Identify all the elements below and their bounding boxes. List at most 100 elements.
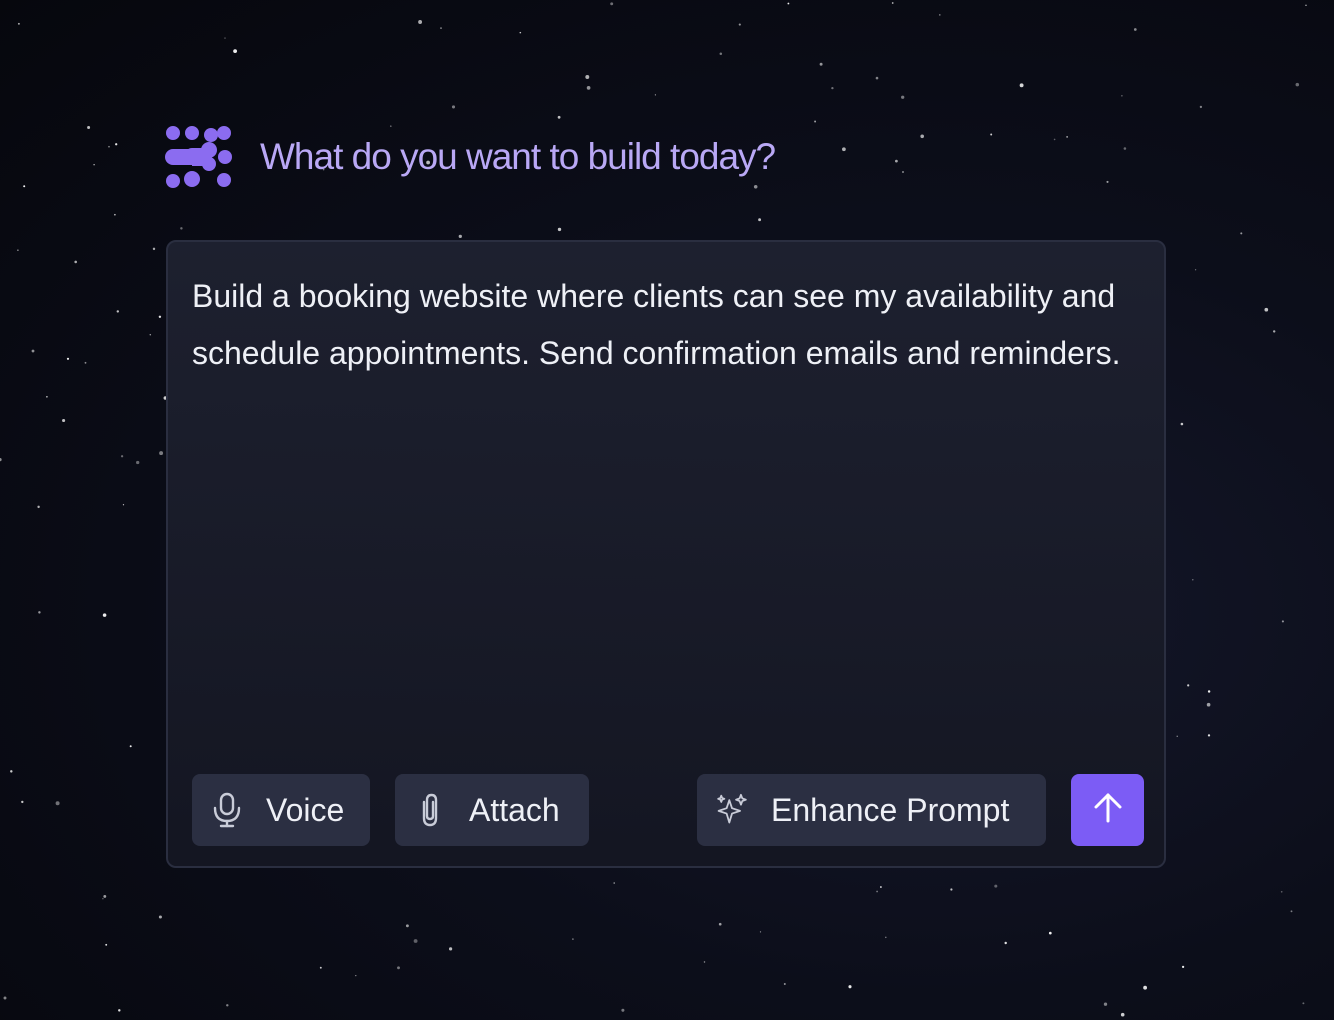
star <box>102 613 107 617</box>
star <box>10 770 13 773</box>
star <box>586 86 591 90</box>
star <box>718 922 722 926</box>
star <box>17 249 19 251</box>
star <box>1123 147 1127 150</box>
star <box>759 931 762 933</box>
star <box>758 218 762 222</box>
star <box>55 801 60 806</box>
star <box>1176 735 1178 737</box>
star <box>87 126 91 129</box>
arrow-up-icon <box>1091 791 1125 830</box>
star <box>397 966 400 970</box>
star <box>891 2 894 4</box>
star <box>458 234 462 239</box>
prompt-card: Build a booking website where clients ca… <box>166 240 1166 868</box>
star <box>1290 910 1293 913</box>
star <box>557 227 562 232</box>
star <box>1192 579 1194 581</box>
star <box>1207 734 1211 737</box>
star <box>875 76 879 80</box>
star <box>1106 180 1109 183</box>
star <box>440 27 442 29</box>
star <box>1121 95 1123 97</box>
star <box>405 924 409 928</box>
star <box>787 2 790 5</box>
star <box>994 884 998 888</box>
star <box>1264 307 1269 312</box>
star <box>180 227 183 230</box>
star <box>654 94 657 96</box>
prompt-input[interactable]: Build a booking website where clients ca… <box>192 268 1142 382</box>
star <box>621 1008 625 1012</box>
star <box>84 361 87 364</box>
star <box>879 886 882 888</box>
star <box>46 395 48 398</box>
star <box>1180 422 1184 426</box>
star <box>950 888 953 891</box>
star <box>37 505 40 509</box>
star <box>738 23 741 26</box>
star <box>449 947 453 951</box>
star <box>783 983 786 985</box>
star <box>74 260 77 264</box>
star <box>21 800 24 804</box>
star <box>66 357 70 360</box>
star <box>1207 690 1211 693</box>
star <box>355 974 357 977</box>
voice-button[interactable]: Voice <box>192 774 370 846</box>
enhance-prompt-button-label: Enhance Prompt <box>771 791 1010 828</box>
star <box>120 455 124 458</box>
star <box>158 915 162 919</box>
star <box>572 938 574 940</box>
star <box>1240 232 1243 235</box>
enhance-prompt-button[interactable]: Enhance Prompt <box>697 774 1046 846</box>
attach-button[interactable]: Attach <box>395 774 589 846</box>
star <box>719 52 723 55</box>
paperclip-icon <box>413 793 447 827</box>
star <box>233 49 238 54</box>
star <box>224 37 226 39</box>
star <box>226 1004 229 1007</box>
star <box>115 143 118 146</box>
star <box>105 943 108 946</box>
star <box>1019 83 1024 88</box>
star <box>613 882 615 884</box>
star <box>1199 105 1203 109</box>
microphone-icon <box>210 792 244 828</box>
star <box>319 966 322 969</box>
star <box>1272 330 1276 333</box>
star <box>1103 1002 1108 1006</box>
attach-button-label: Attach <box>469 791 560 828</box>
star <box>1004 941 1007 945</box>
star <box>557 115 561 119</box>
star <box>62 418 66 423</box>
star <box>103 894 107 898</box>
star <box>158 315 162 318</box>
page-title: What do you want to build today? <box>260 136 776 177</box>
sparkles-icon <box>715 793 749 827</box>
star <box>990 133 993 136</box>
star <box>876 890 878 893</box>
star <box>1302 1002 1305 1005</box>
star <box>1305 4 1307 7</box>
star <box>116 310 120 313</box>
star <box>1181 965 1185 969</box>
star <box>23 185 26 188</box>
purple-dots-logo-icon <box>165 126 232 188</box>
star <box>1048 931 1052 935</box>
star <box>0 457 2 462</box>
star <box>848 985 852 989</box>
star <box>1120 1012 1125 1017</box>
star <box>1133 28 1137 31</box>
send-button[interactable] <box>1071 774 1144 846</box>
star <box>38 611 41 614</box>
star <box>108 145 110 148</box>
star <box>1280 890 1283 893</box>
star <box>814 120 817 123</box>
star <box>585 75 590 79</box>
star <box>93 163 95 166</box>
star <box>895 159 898 163</box>
star <box>519 31 522 34</box>
star <box>819 62 823 66</box>
star <box>1281 620 1284 623</box>
